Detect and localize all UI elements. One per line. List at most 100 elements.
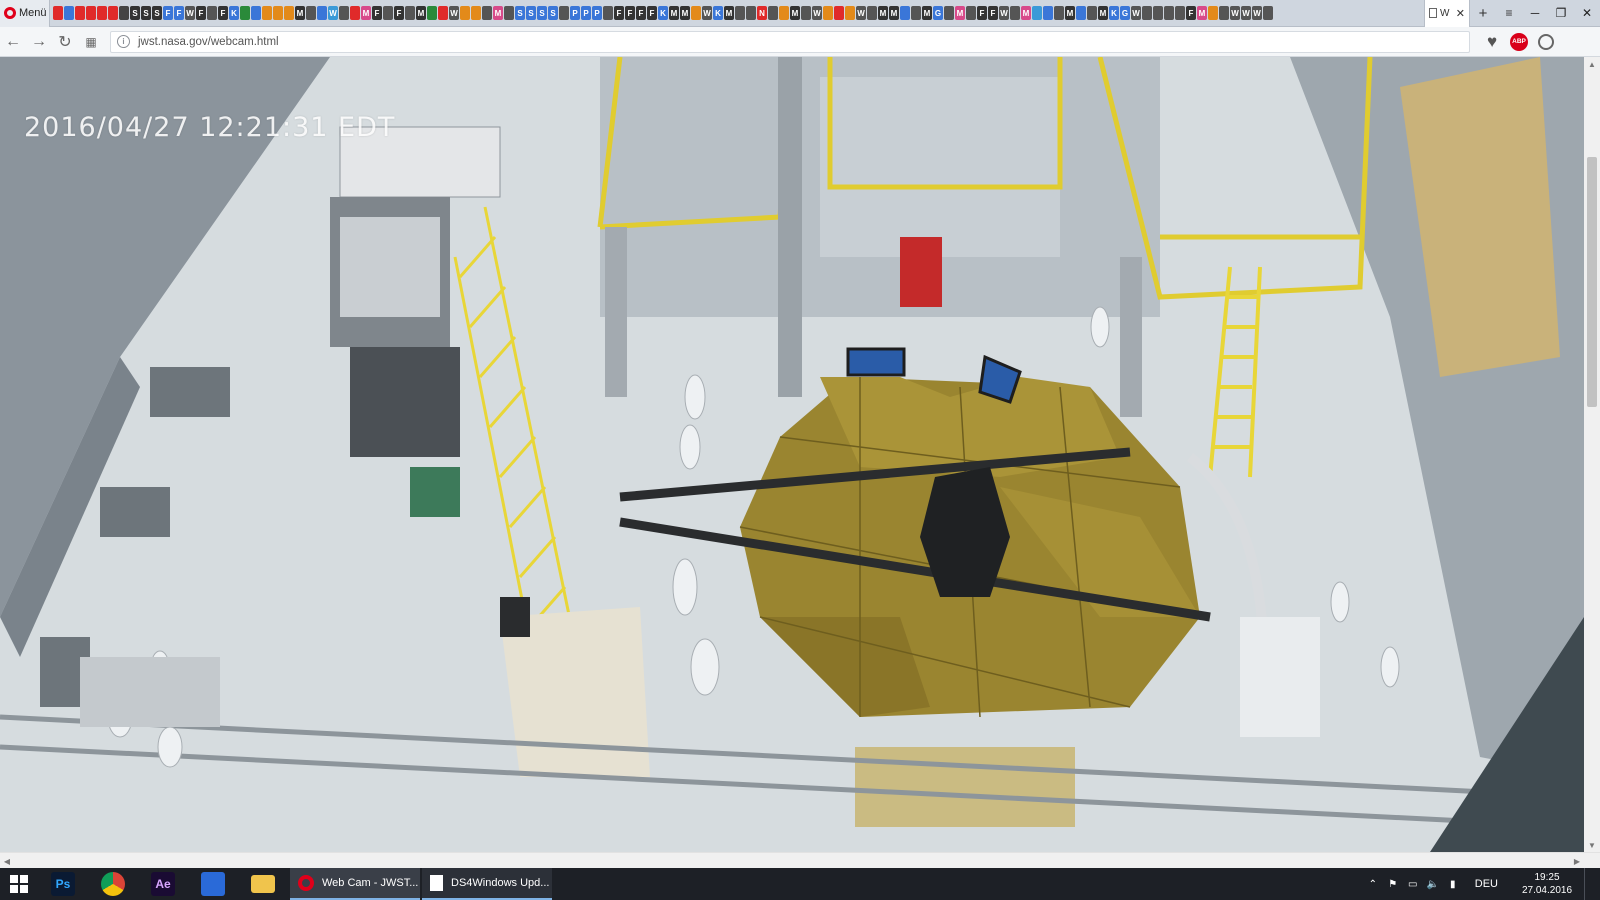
pinned-tab[interactable]: M — [295, 6, 305, 20]
pinned-tab[interactable]: M — [922, 6, 932, 20]
pinned-tab[interactable]: M — [416, 6, 426, 20]
pinned-tab[interactable] — [966, 6, 976, 20]
adblock-plus-icon[interactable]: ABP — [1510, 32, 1528, 51]
pinned-tab[interactable] — [1043, 6, 1053, 20]
pinned-tab[interactable]: W — [999, 6, 1009, 20]
pinned-tab[interactable] — [207, 6, 217, 20]
pinned-tab[interactable] — [350, 6, 360, 20]
pinned-tab[interactable] — [471, 6, 481, 20]
pinned-tab[interactable]: S — [515, 6, 525, 20]
pinned-tab[interactable] — [1076, 6, 1086, 20]
pinned-tab[interactable] — [1164, 6, 1174, 20]
pinned-tab[interactable] — [603, 6, 613, 20]
pinned-tab[interactable]: K — [229, 6, 239, 20]
pinned-tab[interactable] — [823, 6, 833, 20]
pinned-tab[interactable] — [1208, 6, 1218, 20]
pinned-tab[interactable] — [108, 6, 118, 20]
pinned-tab[interactable] — [339, 6, 349, 20]
pinned-tab[interactable] — [867, 6, 877, 20]
pinned-tab[interactable]: K — [1109, 6, 1119, 20]
show-desktop-button[interactable] — [1584, 868, 1600, 900]
pinned-tab[interactable]: W — [328, 6, 338, 20]
pinned-tab[interactable] — [240, 6, 250, 20]
pinned-tab[interactable] — [438, 6, 448, 20]
vertical-scrollbar[interactable]: ▲ ▼ — [1584, 57, 1600, 852]
pinned-tab[interactable] — [482, 6, 492, 20]
pinned-tab[interactable] — [284, 6, 294, 20]
pinned-tab[interactable]: M — [790, 6, 800, 20]
pinned-tab[interactable] — [1032, 6, 1042, 20]
pinned-tab[interactable]: M — [1197, 6, 1207, 20]
pinned-tab[interactable]: W — [449, 6, 459, 20]
after-effects-taskbar-button[interactable]: Ae — [138, 868, 188, 900]
pinned-tab[interactable]: W — [1252, 6, 1262, 20]
pinned-tab[interactable] — [427, 6, 437, 20]
site-info-icon[interactable]: i — [117, 35, 130, 48]
pinned-tab[interactable] — [64, 6, 74, 20]
active-tab[interactable]: W ✕ — [1424, 0, 1470, 27]
url-field[interactable]: i jwst.nasa.gov/webcam.html — [110, 30, 1470, 53]
pinned-tab[interactable] — [306, 6, 316, 20]
pinned-tab[interactable] — [834, 6, 844, 20]
pinned-tab[interactable]: M — [680, 6, 690, 20]
scroll-thumb[interactable] — [1587, 157, 1597, 407]
pinned-tab[interactable]: S — [526, 6, 536, 20]
speed-dial-grid-icon[interactable]: ▦ — [78, 27, 104, 57]
pinned-tab[interactable] — [779, 6, 789, 20]
pinned-tab[interactable]: W — [812, 6, 822, 20]
pinned-tab[interactable]: M — [724, 6, 734, 20]
horizontal-scrollbar[interactable]: ◀ ▶ — [0, 852, 1600, 868]
reload-button[interactable]: ↻ — [52, 27, 78, 57]
scroll-left-icon[interactable]: ◀ — [0, 853, 14, 869]
close-window-button[interactable]: ✕ — [1574, 0, 1600, 27]
pinned-tab[interactable]: W — [1230, 6, 1240, 20]
pinned-tab[interactable]: F — [977, 6, 987, 20]
photoshop-taskbar-button[interactable]: Ps — [38, 868, 88, 900]
pinned-tab[interactable] — [735, 6, 745, 20]
pinned-tab[interactable] — [53, 6, 63, 20]
pinned-tab[interactable] — [405, 6, 415, 20]
forward-button[interactable]: → — [26, 27, 52, 57]
pinned-tab[interactable] — [691, 6, 701, 20]
pinned-tab[interactable] — [504, 6, 514, 20]
pinned-tab[interactable] — [559, 6, 569, 20]
pinned-tab[interactable]: W — [1241, 6, 1251, 20]
pinned-tab[interactable]: M — [669, 6, 679, 20]
pinned-tab[interactable]: S — [548, 6, 558, 20]
pinned-tab[interactable] — [317, 6, 327, 20]
pinned-tab[interactable] — [1054, 6, 1064, 20]
pinned-tab[interactable]: M — [878, 6, 888, 20]
scroll-right-icon[interactable]: ▶ — [1570, 853, 1584, 869]
pinned-tab[interactable] — [119, 6, 129, 20]
pinned-tab[interactable] — [383, 6, 393, 20]
new-tab-button[interactable]: + — [1470, 0, 1496, 27]
pinned-tab[interactable] — [262, 6, 272, 20]
pinned-tab[interactable]: S — [152, 6, 162, 20]
pinned-tab[interactable]: M — [889, 6, 899, 20]
start-button[interactable] — [0, 868, 38, 900]
pinned-tab[interactable]: K — [713, 6, 723, 20]
scroll-up-icon[interactable]: ▲ — [1584, 57, 1600, 71]
pinned-tab[interactable]: N — [757, 6, 767, 20]
pinned-tab[interactable]: M — [493, 6, 503, 20]
opera-menu-button[interactable]: Menü — [0, 0, 50, 27]
pinned-tab[interactable] — [801, 6, 811, 20]
pinned-tab[interactable]: F — [625, 6, 635, 20]
clock[interactable]: 19:25 27.04.2016 — [1510, 871, 1584, 897]
maximize-button[interactable]: ❐ — [1548, 0, 1574, 27]
pinned-tab[interactable]: F — [988, 6, 998, 20]
task-webcam-jwst[interactable]: Web Cam - JWST... — [290, 868, 420, 900]
pinned-tab[interactable] — [1153, 6, 1163, 20]
pinned-tab[interactable]: F — [163, 6, 173, 20]
minimize-button[interactable]: ─ — [1522, 0, 1548, 27]
pinned-tab[interactable]: F — [1186, 6, 1196, 20]
scroll-down-icon[interactable]: ▼ — [1584, 838, 1600, 852]
pinned-tab[interactable]: F — [636, 6, 646, 20]
signal-icon[interactable]: ▮ — [1443, 868, 1463, 900]
pinned-tab[interactable] — [845, 6, 855, 20]
pinned-tab[interactable]: F — [372, 6, 382, 20]
task-ds4windows[interactable]: DS4Windows Upd... — [422, 868, 552, 900]
pinned-tab[interactable]: F — [196, 6, 206, 20]
extension-icon[interactable] — [1538, 33, 1554, 50]
network-icon[interactable]: ▭ — [1403, 868, 1423, 900]
